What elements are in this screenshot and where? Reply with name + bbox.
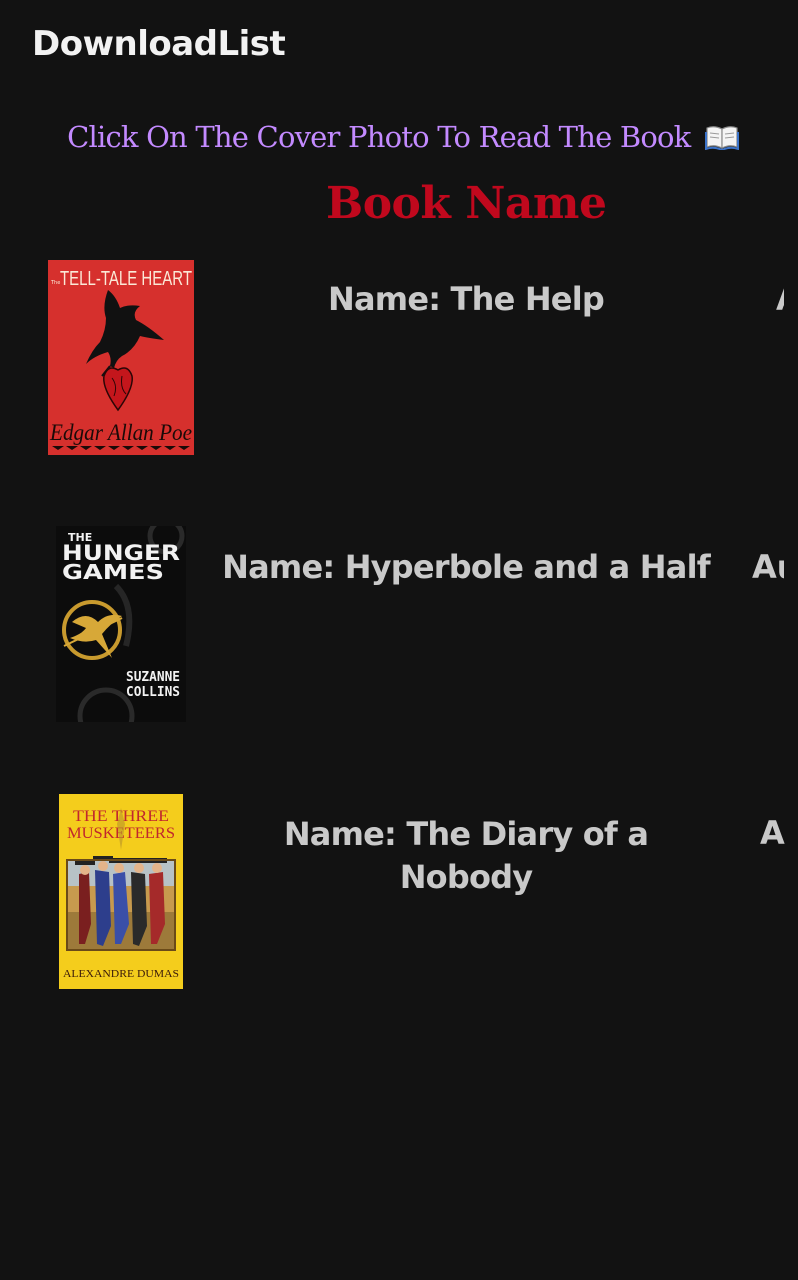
mockingjay-pin-icon: THE HUNGER GAMES SUZANNE COLLINS bbox=[56, 526, 186, 722]
book-row: THE HUNGER GAMES SUZANNE COLLINS Name: H… bbox=[0, 526, 798, 726]
instruction-text: Click On The Cover Photo To Read The Boo… bbox=[0, 120, 798, 154]
book-row: The TELL-TALE HEART Edgar Allan Poe Name… bbox=[0, 258, 798, 458]
book-cover-tell-tale-heart[interactable]: The TELL-TALE HEART Edgar Allan Poe bbox=[48, 260, 194, 455]
app-title: DownloadList bbox=[32, 24, 286, 64]
open-book-icon bbox=[704, 123, 739, 152]
book-name: Name: The Diary of a Nobody bbox=[283, 815, 649, 896]
cover-author: Edgar Allan Poe bbox=[49, 420, 192, 445]
cover-author: ALEXANDRE DUMAS bbox=[63, 968, 179, 980]
cover-title: TELL-TALE HEART bbox=[60, 268, 192, 290]
book-name: Name: Hyperbole and a Half bbox=[222, 548, 711, 586]
musketeers-illustration-icon: THE THREE MUSKETEERS ALEXANDRE DU bbox=[59, 794, 183, 989]
book-author-truncated: Au bbox=[752, 548, 784, 586]
cover-title-sub: GAMES bbox=[62, 560, 164, 584]
book-row: THE THREE MUSKETEERS ALEXANDRE DU bbox=[0, 792, 798, 992]
book-author-truncated: A bbox=[776, 280, 784, 318]
book-name: Name: The Help bbox=[328, 280, 605, 318]
cover-title-prefix: The bbox=[50, 280, 60, 286]
book-cover-hunger-games[interactable]: THE HUNGER GAMES SUZANNE COLLINS bbox=[56, 526, 186, 722]
book-author-truncated: A bbox=[760, 814, 785, 852]
instruction-label: Click On The Cover Photo To Read The Boo… bbox=[67, 120, 691, 154]
raven-heart-icon: The TELL-TALE HEART Edgar Allan Poe bbox=[48, 260, 194, 455]
book-cover-three-musketeers[interactable]: THE THREE MUSKETEERS ALEXANDRE DU bbox=[59, 794, 183, 989]
book-name-column-header: Book Name bbox=[326, 178, 607, 229]
cover-author-line1: SUZANNE bbox=[126, 670, 180, 685]
cover-author-line2: COLLINS bbox=[126, 685, 180, 700]
